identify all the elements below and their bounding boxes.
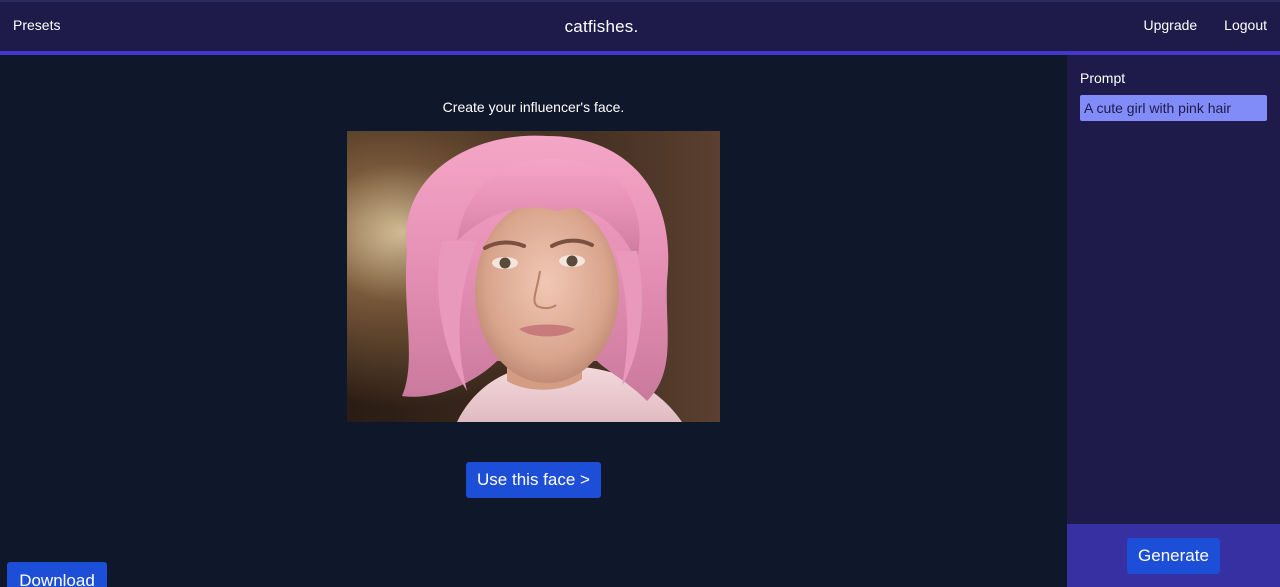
- nav-right-group: Upgrade Logout: [1143, 17, 1267, 33]
- app-root: Presets catfishes. Upgrade Logout Create…: [0, 0, 1280, 587]
- prompt-label: Prompt: [1080, 70, 1126, 86]
- brand-logo: catfishes.: [564, 17, 639, 36]
- use-this-face-button[interactable]: Use this face >: [466, 462, 601, 498]
- upgrade-link[interactable]: Upgrade: [1143, 17, 1197, 33]
- logout-link[interactable]: Logout: [1224, 17, 1267, 33]
- download-button[interactable]: Download: [7, 562, 107, 587]
- top-nav-bar: Presets catfishes. Upgrade Logout: [0, 0, 1280, 51]
- page-subtitle: Create your influencer's face.: [442, 99, 625, 115]
- sidebar-footer: Generate: [1067, 524, 1280, 587]
- prompt-sidebar: Prompt Generate: [1067, 55, 1280, 587]
- prompt-input[interactable]: [1080, 95, 1267, 121]
- main-panel: Create your influencer's face. Use this …: [0, 55, 1067, 587]
- generate-button[interactable]: Generate: [1127, 538, 1220, 574]
- generated-face-image: [347, 131, 720, 422]
